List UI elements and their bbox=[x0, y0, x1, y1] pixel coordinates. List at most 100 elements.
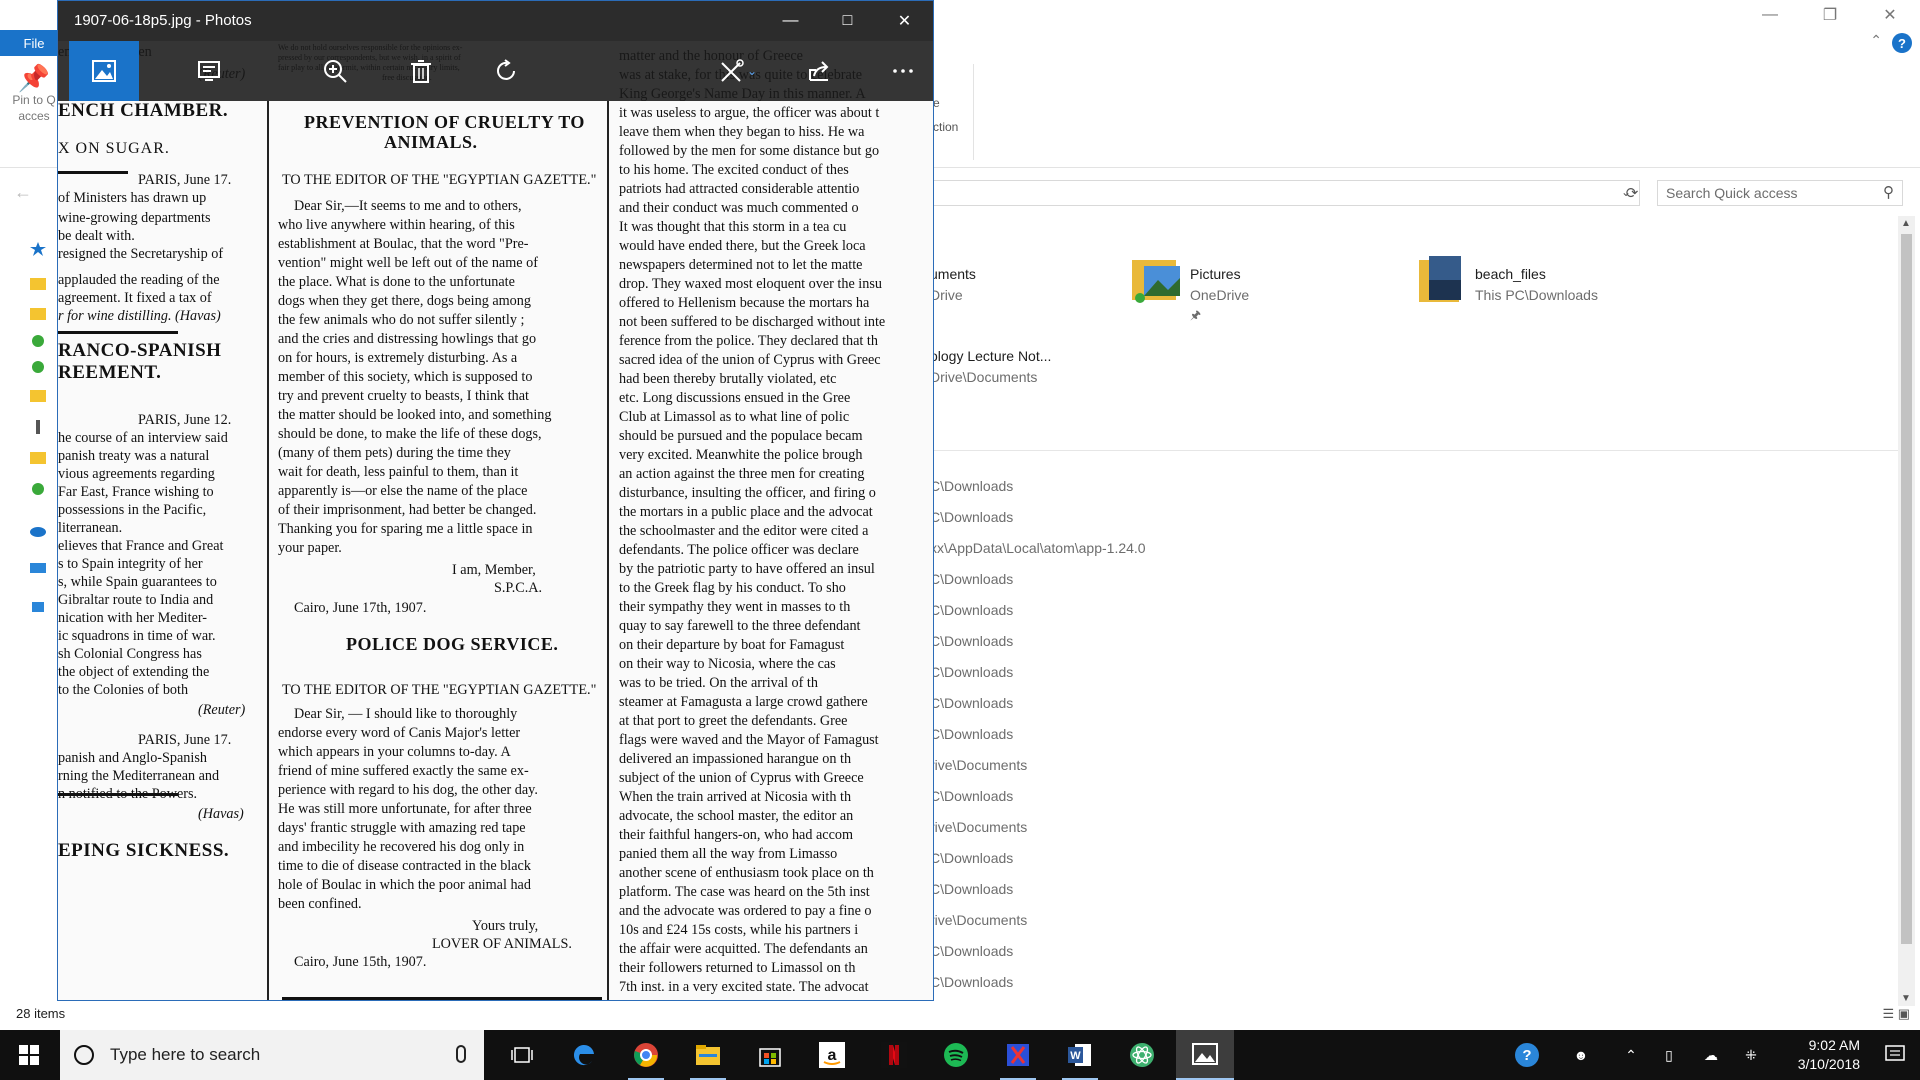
atom-icon bbox=[1130, 1043, 1154, 1067]
delete-button[interactable] bbox=[392, 41, 450, 101]
collapse-ribbon-icon[interactable]: ⌃ bbox=[1870, 32, 1882, 49]
recent-file-location[interactable]: C\Downloads bbox=[930, 478, 1013, 498]
recent-file-location[interactable]: C\Downloads bbox=[930, 850, 1013, 870]
minimize-icon[interactable]: — bbox=[762, 1, 819, 41]
newspaper-text-line: the affair were acquitted. The defendant… bbox=[619, 941, 868, 957]
folder-icon[interactable] bbox=[30, 306, 46, 320]
recent-file-location[interactable]: C\Downloads bbox=[930, 726, 1013, 746]
chevron-down-icon[interactable]: ⌄ bbox=[747, 64, 757, 78]
slideshow-button[interactable] bbox=[180, 41, 238, 101]
svg-text:W: W bbox=[1070, 1050, 1081, 1062]
task-view-button[interactable] bbox=[496, 1030, 548, 1080]
recent-file-location[interactable]: C\Downloads bbox=[930, 509, 1013, 529]
photos-toolbar: ⌄ bbox=[58, 41, 933, 101]
view-toggle-icons[interactable]: ☰ ▣ bbox=[1882, 1006, 1910, 1022]
onedrive-cloud-icon[interactable]: ☁ bbox=[1696, 1030, 1726, 1080]
newspaper-headline: REEMENT. bbox=[58, 362, 162, 383]
chrome-button[interactable] bbox=[620, 1030, 672, 1080]
folder-tile[interactable]: beach_files This PC\Downloads bbox=[1415, 250, 1675, 320]
folder-tile[interactable]: ology Lecture Not... Drive\Documents bbox=[930, 332, 1190, 402]
recent-file-location[interactable]: C\Downloads bbox=[930, 571, 1013, 591]
scroll-down-icon[interactable]: ▼ bbox=[1901, 993, 1911, 1004]
xming-button[interactable] bbox=[992, 1030, 1044, 1080]
recent-file-location[interactable]: C\Downloads bbox=[930, 602, 1013, 622]
newspaper-image: ember dead men(Reuter)ENCH CHAMBER.X ON … bbox=[58, 41, 933, 1000]
close-icon[interactable]: ✕ bbox=[876, 1, 933, 41]
recent-file-location[interactable]: C\Downloads bbox=[930, 664, 1013, 684]
store-button[interactable] bbox=[744, 1030, 796, 1080]
quick-access-star-icon[interactable] bbox=[30, 242, 46, 256]
folder-icon[interactable] bbox=[30, 276, 46, 290]
close-icon[interactable]: ✕ bbox=[1860, 0, 1920, 30]
back-arrow-icon[interactable]: ← bbox=[14, 182, 32, 203]
newspaper-text-line: sh Colonial Congress has bbox=[58, 646, 202, 662]
help-tray-icon[interactable]: ? bbox=[1512, 1030, 1542, 1080]
pin-to-quick-access-button[interactable]: 📌 Pin to Q acces bbox=[4, 65, 64, 124]
photos-button[interactable] bbox=[1176, 1030, 1234, 1080]
newspaper-text-line: vious agreements regarding bbox=[58, 466, 215, 482]
onedrive-icon[interactable] bbox=[30, 524, 46, 538]
address-bar[interactable]: ⌄ bbox=[930, 180, 1640, 206]
folder-icon[interactable] bbox=[30, 388, 46, 402]
search-icon[interactable]: ⚲ bbox=[1883, 183, 1894, 201]
search-input[interactable]: Search Quick access ⚲ bbox=[1657, 180, 1903, 206]
scroll-up-icon[interactable]: ▲ bbox=[1901, 218, 1911, 229]
recent-file-location[interactable]: xx\AppData\Local\atom\app-1.24.0 bbox=[930, 540, 1146, 560]
network-icon[interactable] bbox=[30, 600, 46, 614]
column-rule bbox=[267, 101, 269, 1000]
chevron-up-icon[interactable]: ⌃ bbox=[1616, 1030, 1646, 1080]
word-button[interactable]: W bbox=[1054, 1030, 1106, 1080]
recent-file-location[interactable]: rive\Documents bbox=[930, 912, 1027, 932]
spotify-button[interactable] bbox=[930, 1030, 982, 1080]
scrollbar-thumb[interactable] bbox=[1901, 234, 1912, 944]
recent-file-location[interactable]: C\Downloads bbox=[930, 974, 1013, 994]
recent-file-location[interactable]: C\Downloads bbox=[930, 881, 1013, 901]
recent-file-location[interactable]: C\Downloads bbox=[930, 633, 1013, 653]
newspaper-headline: ENCH CHAMBER. bbox=[58, 100, 229, 121]
newspaper-text-line: (many of them pets) during the time they bbox=[278, 445, 511, 461]
vertical-scrollbar[interactable]: ▲ ▼ bbox=[1898, 216, 1915, 1006]
file-explorer-button[interactable] bbox=[682, 1030, 734, 1080]
people-icon[interactable]: ☻ bbox=[1566, 1030, 1596, 1080]
wifi-icon[interactable]: ⁜ bbox=[1736, 1030, 1766, 1080]
minimize-icon[interactable]: — bbox=[1740, 0, 1800, 30]
folder-tile[interactable]: Pictures OneDrive 🖈 bbox=[1130, 250, 1390, 322]
restore-icon[interactable]: ❐ bbox=[1800, 0, 1860, 30]
recent-file-location[interactable]: C\Downloads bbox=[930, 695, 1013, 715]
more-options-button[interactable] bbox=[874, 41, 932, 101]
edge-icon bbox=[573, 1044, 594, 1066]
taskbar-search-box[interactable]: Type here to search bbox=[60, 1030, 484, 1080]
newspaper-text-line: should be done, to make the life of thes… bbox=[278, 426, 542, 442]
microphone-icon[interactable] bbox=[456, 1045, 466, 1063]
recent-file-location[interactable]: rive\Documents bbox=[930, 819, 1027, 839]
refresh-icon[interactable]: ⟳ bbox=[1620, 180, 1644, 206]
newspaper-text-line: dogs when they get there, dogs being amo… bbox=[278, 293, 531, 309]
see-all-photos-button[interactable] bbox=[69, 41, 139, 101]
delete-icon bbox=[411, 60, 431, 83]
recent-file-location[interactable]: rive\Documents bbox=[930, 757, 1027, 777]
x-app-icon bbox=[1007, 1044, 1029, 1066]
atom-button[interactable] bbox=[1116, 1030, 1168, 1080]
maximize-icon[interactable]: □ bbox=[819, 1, 876, 41]
help-icon[interactable]: ? bbox=[1892, 33, 1912, 53]
start-button[interactable] bbox=[0, 1030, 58, 1080]
edit-create-button[interactable]: ⌄ bbox=[703, 41, 773, 101]
svg-text:a: a bbox=[828, 1047, 837, 1064]
recent-file-location[interactable]: C\Downloads bbox=[930, 788, 1013, 808]
folder-icon[interactable] bbox=[30, 450, 46, 464]
recent-file-location[interactable]: C\Downloads bbox=[930, 943, 1013, 963]
clock[interactable]: 9:02 AM 3/10/2018 bbox=[1770, 1036, 1860, 1074]
netflix-button[interactable] bbox=[868, 1030, 920, 1080]
zoom-button[interactable] bbox=[306, 41, 364, 101]
amazon-button[interactable]: a bbox=[806, 1030, 858, 1080]
edge-button[interactable] bbox=[558, 1030, 610, 1080]
clock-time: 9:02 AM bbox=[1808, 1037, 1860, 1053]
this-pc-icon[interactable] bbox=[30, 562, 46, 576]
newspaper-text-line: ic squadrons in time of war. bbox=[58, 628, 216, 644]
rotate-button[interactable] bbox=[478, 41, 536, 101]
share-button[interactable] bbox=[790, 41, 848, 101]
battery-icon[interactable]: ▯ bbox=[1654, 1030, 1684, 1080]
newspaper-text-line: an action against the three men for crea… bbox=[619, 466, 865, 482]
action-center-icon[interactable] bbox=[1884, 1043, 1906, 1065]
newspaper-text-line: elieves that France and Great bbox=[58, 538, 224, 554]
